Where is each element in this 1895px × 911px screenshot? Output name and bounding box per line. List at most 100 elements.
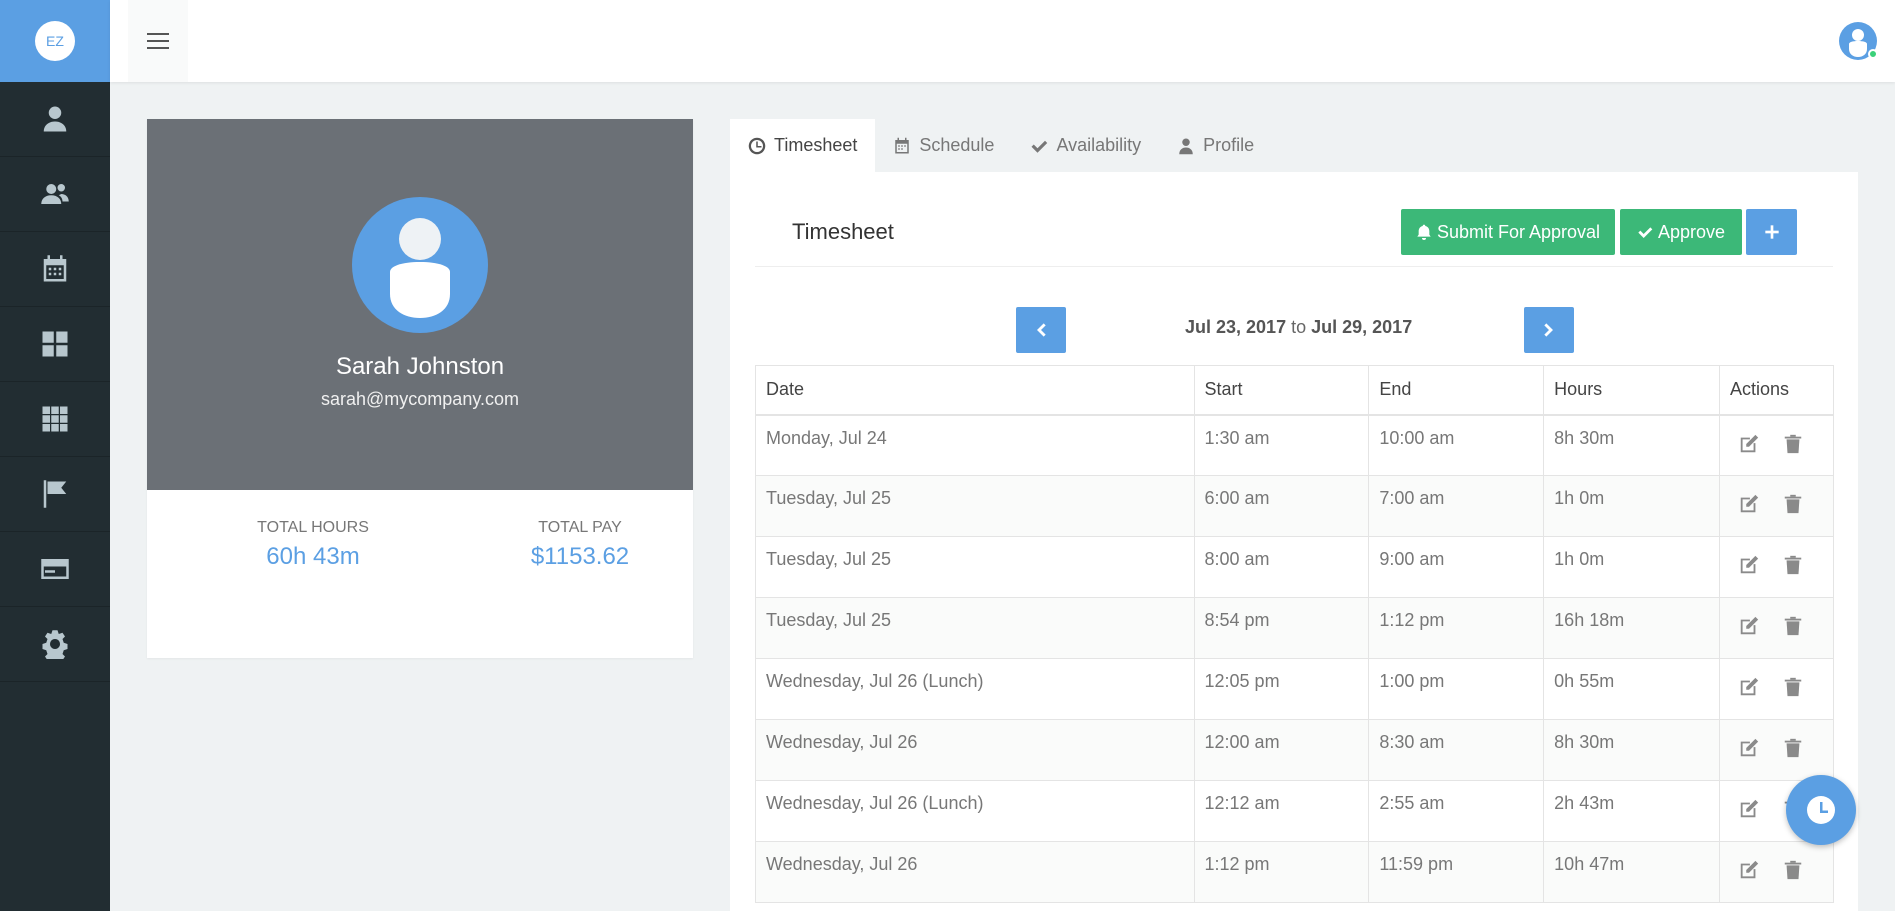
profile-card: Sarah Johnston sarah@mycompany.com TOTAL… [147, 119, 693, 658]
logo-text: EZ [35, 21, 75, 61]
chevron-left-icon [1037, 323, 1046, 337]
table-row: Wednesday, Jul 26 (Lunch) 12:05 pm 1:00 pm… [755, 658, 1834, 720]
timesheet-header: Timesheet Submit For Approval Approve [755, 197, 1833, 267]
check-icon [1638, 227, 1653, 238]
delete-button[interactable] [1782, 433, 1804, 460]
cell-start: 1:12 pm [1193, 841, 1370, 903]
tab-availability[interactable]: Availability [1012, 119, 1159, 172]
delete-button[interactable] [1782, 615, 1804, 642]
cell-date: Tuesday, Jul 25 [755, 475, 1195, 537]
profile-tabs: Timesheet Schedule Availability Profile [730, 119, 1272, 172]
trash-icon [1784, 434, 1802, 453]
profile-email: sarah@mycompany.com [321, 389, 519, 409]
row-actions [1730, 428, 1823, 460]
tab-label: Availability [1056, 135, 1142, 155]
cell-actions [1719, 597, 1834, 659]
edit-icon [1740, 434, 1759, 452]
trash-icon [1784, 677, 1802, 697]
chevron-right-icon [1544, 323, 1553, 337]
column-header-end[interactable]: End [1368, 365, 1545, 416]
cell-date: Monday, Jul 24 [755, 414, 1195, 476]
sidebar-item-flag[interactable] [0, 457, 110, 532]
column-header-hours[interactable]: Hours [1543, 365, 1720, 416]
submit-for-approval-button[interactable]: Submit For Approval [1401, 209, 1615, 255]
delete-button[interactable] [1782, 554, 1804, 581]
cell-end: 10:00 am [1368, 414, 1545, 476]
add-entry-button[interactable] [1746, 209, 1797, 255]
total-hours-value: 60h 43m [266, 543, 360, 570]
profile-name: Sarah Johnston [335, 353, 505, 380]
clock-icon [748, 137, 766, 154]
clock-in-fab[interactable] [1786, 775, 1856, 845]
cell-hours: 8h 30m [1543, 414, 1720, 476]
sidebar-item-billing[interactable] [0, 532, 110, 607]
menu-toggle-button[interactable] [128, 0, 188, 82]
cell-actions [1719, 841, 1834, 903]
top-bar [110, 0, 1895, 82]
sidebar-item-settings[interactable] [0, 607, 110, 682]
calendar-icon [43, 255, 67, 282]
cell-start: 12:12 am [1193, 780, 1370, 842]
table-row: Wednesday, Jul 26 (Lunch) 12:12 am 2:55 am… [755, 780, 1834, 842]
hamburger-icon [147, 33, 169, 49]
edit-button[interactable] [1738, 615, 1760, 642]
cell-hours: 16h 18m [1543, 597, 1720, 659]
cell-end: 11:59 pm [1368, 841, 1545, 903]
edit-icon [1740, 555, 1759, 574]
cell-start: 6:00 am [1193, 475, 1370, 537]
table-row: Monday, Jul 24 1:30 am 10:00 am 8h 30m [755, 414, 1834, 476]
tab-schedule[interactable]: Schedule [875, 119, 1012, 172]
delete-button[interactable] [1782, 859, 1804, 886]
approve-button[interactable]: Approve [1620, 209, 1742, 255]
edit-button[interactable] [1738, 859, 1760, 886]
delete-button[interactable] [1782, 493, 1804, 520]
cell-end: 9:00 am [1368, 536, 1545, 598]
trash-icon [1784, 738, 1802, 758]
edit-button[interactable] [1738, 737, 1760, 764]
week-navigation: Jul 23, 2017 to Jul 29, 2017 [730, 302, 1858, 353]
week-range: Jul 23, 2017 to Jul 29, 2017 [1185, 317, 1412, 338]
table-header-row: Date Start End Hours Actions [755, 365, 1834, 416]
edit-icon [1740, 616, 1759, 635]
column-header-start[interactable]: Start [1193, 365, 1370, 416]
edit-button[interactable] [1738, 433, 1760, 460]
edit-button[interactable] [1738, 554, 1760, 581]
submit-label: Submit For Approval [1436, 221, 1601, 242]
cell-hours: 1h 0m [1543, 536, 1720, 598]
cell-start: 8:54 pm [1193, 597, 1370, 659]
profile-header: Sarah Johnston sarah@mycompany.com [147, 119, 693, 490]
clock-icon [1807, 796, 1835, 824]
cell-start: 12:05 pm [1193, 658, 1370, 720]
cell-hours: 1h 0m [1543, 475, 1720, 537]
user-icon [1179, 138, 1193, 154]
tab-profile[interactable]: Profile [1159, 119, 1272, 172]
cell-end: 1:00 pm [1368, 658, 1545, 720]
sidebar-item-user[interactable] [0, 82, 110, 157]
sidebar-item-dashboard[interactable] [0, 307, 110, 382]
edit-button[interactable] [1738, 493, 1760, 520]
sidebar-item-apps[interactable] [0, 382, 110, 457]
cell-date: Wednesday, Jul 26 [755, 719, 1195, 781]
delete-button[interactable] [1782, 737, 1804, 764]
logo[interactable]: EZ [0, 0, 110, 82]
tab-timesheet[interactable]: Timesheet [730, 119, 876, 172]
cell-hours: 0h 55m [1543, 658, 1720, 720]
next-week-button[interactable] [1524, 307, 1574, 353]
credit-card-icon [41, 559, 69, 579]
users-icon [41, 184, 69, 204]
online-status-dot [1868, 49, 1878, 59]
cell-date: Wednesday, Jul 26 [755, 841, 1195, 903]
table-row: Wednesday, Jul 26 12:00 am 8:30 am 8h 30m [755, 719, 1834, 781]
edit-button[interactable] [1738, 676, 1760, 703]
sidebar-item-users[interactable] [0, 157, 110, 232]
edit-icon [1740, 494, 1759, 513]
plus-icon [1764, 225, 1779, 239]
cell-date: Tuesday, Jul 25 [755, 536, 1195, 598]
user-avatar[interactable] [1839, 22, 1878, 60]
column-header-date[interactable]: Date [755, 365, 1195, 416]
sidebar-item-calendar[interactable] [0, 232, 110, 307]
delete-button[interactable] [1782, 676, 1804, 703]
edit-button[interactable] [1738, 798, 1760, 825]
cell-start: 8:00 am [1193, 536, 1370, 598]
previous-week-button[interactable] [1016, 307, 1066, 353]
